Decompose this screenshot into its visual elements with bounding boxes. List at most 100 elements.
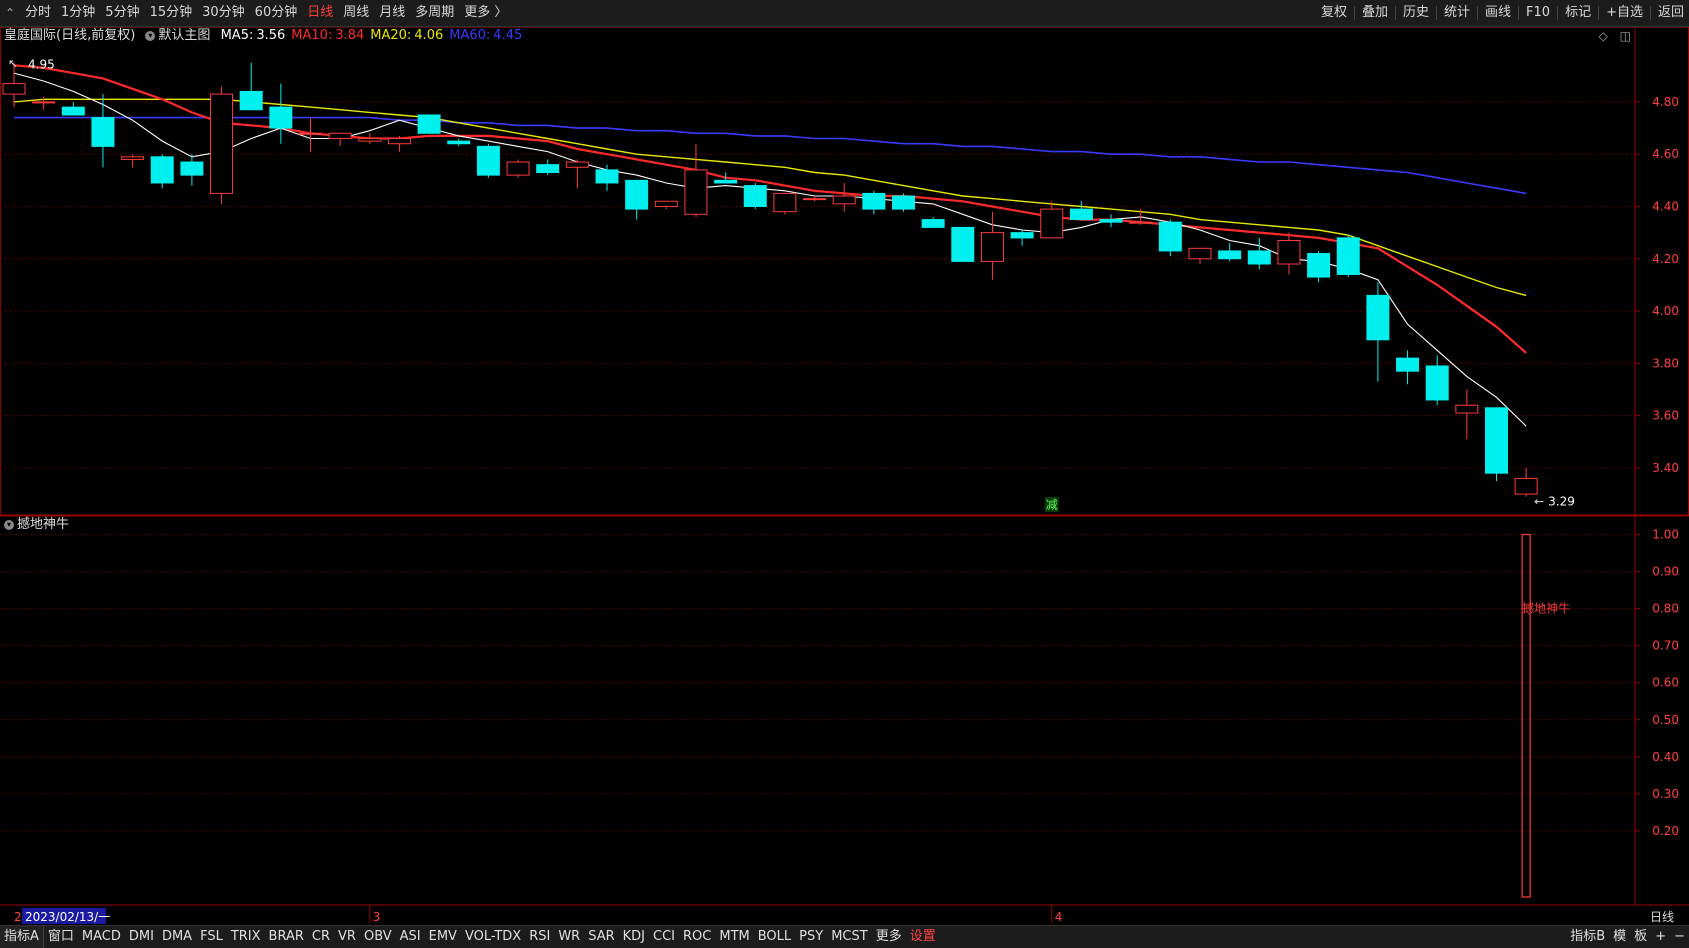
- candle-body: [2, 83, 26, 95]
- price-tick-label: 4.60: [1652, 147, 1679, 161]
- indicator-tab-0[interactable]: 窗口: [44, 926, 78, 948]
- indicator-toggle-icon[interactable]: ▾: [4, 519, 14, 530]
- chart-window-controls: ◇ ◫: [1591, 29, 1631, 43]
- indicator-tab-16[interactable]: KDJ: [619, 926, 649, 948]
- period-tab-5[interactable]: 60分钟: [250, 0, 303, 26]
- toolbar-divider: [1436, 6, 1437, 20]
- candle-body: [358, 138, 382, 142]
- candle-body: [1099, 219, 1123, 223]
- min-price-label: 3.29: [1548, 495, 1575, 509]
- toolbar-divider: [1598, 6, 1600, 20]
- tool-button-5[interactable]: F10: [1521, 0, 1555, 26]
- indicator-tab-6[interactable]: BRAR: [265, 926, 308, 948]
- tool-button-6[interactable]: 标记: [1560, 0, 1596, 26]
- candle-body: [1129, 221, 1153, 224]
- indicator-tab-9[interactable]: OBV: [360, 926, 396, 948]
- indicator-tab-24[interactable]: 设置: [906, 926, 940, 948]
- ma20-line: [13, 98, 1527, 297]
- indicator-tab-1[interactable]: MACD: [78, 926, 125, 948]
- period-tab-1[interactable]: 1分钟: [56, 0, 100, 26]
- indicator-tab-19[interactable]: MTM: [715, 926, 753, 948]
- tool-button-7[interactable]: +自选: [1601, 0, 1648, 26]
- collapse-icon[interactable]: ⌃: [0, 6, 20, 20]
- ma-legend-0: MA5: 3.56: [221, 28, 286, 43]
- candle-body: [150, 156, 174, 184]
- indicator-tab-22[interactable]: MCST: [827, 926, 872, 948]
- zoom-in-icon[interactable]: +: [1651, 926, 1670, 948]
- period-tab-7[interactable]: 周线: [338, 0, 374, 26]
- candle-body: [61, 106, 85, 116]
- indicator-tab-10[interactable]: ASI: [396, 926, 425, 948]
- template-name[interactable]: 默认主图: [158, 28, 210, 43]
- period-tab-0[interactable]: 分时: [20, 0, 56, 26]
- template-toggle-icon[interactable]: ▾: [145, 30, 156, 41]
- tool-button-1[interactable]: 叠加: [1357, 0, 1393, 26]
- indicator-tab-4[interactable]: FSL: [196, 926, 227, 948]
- indicator-b-item-2[interactable]: 板: [1630, 926, 1651, 948]
- tool-button-4[interactable]: 画线: [1480, 0, 1516, 26]
- candle-body: [921, 219, 945, 228]
- diamond-icon[interactable]: ◇: [1599, 29, 1608, 43]
- candle-body: [239, 90, 263, 111]
- toolbar-divider: [1649, 6, 1651, 20]
- candle-body: [210, 93, 234, 194]
- candle-body: [980, 232, 1004, 262]
- candle-body: [417, 114, 441, 134]
- candle-body: [180, 161, 204, 176]
- tool-button-0[interactable]: 复权: [1316, 0, 1352, 26]
- tool-button-3[interactable]: 统计: [1439, 0, 1475, 26]
- tool-button-8[interactable]: 返回: [1653, 0, 1689, 26]
- zoom-out-icon[interactable]: −: [1670, 926, 1689, 948]
- indicator-tick-label: 0.30: [1652, 787, 1679, 801]
- indicator-tab-13[interactable]: RSI: [525, 926, 554, 948]
- ma-label: MA10:: [291, 28, 333, 43]
- indicator-tab-11[interactable]: EMV: [425, 926, 461, 948]
- indicator-tick-label: 0.20: [1652, 824, 1679, 838]
- date-cursor-label: 2023/02/13/一: [25, 910, 110, 924]
- indicator-tab-15[interactable]: SAR: [584, 926, 618, 948]
- candle-body: [625, 179, 649, 210]
- indicator-tab-18[interactable]: ROC: [679, 926, 715, 948]
- tool-button-2[interactable]: 历史: [1398, 0, 1434, 26]
- period-tab-9[interactable]: 多周期: [410, 0, 459, 26]
- ma-value: 4.45: [493, 28, 523, 43]
- candle-body: [32, 101, 56, 104]
- indicator-tab-7[interactable]: CR: [308, 926, 334, 948]
- min-arrow-icon: ←: [1534, 495, 1544, 509]
- indicator-tab-2[interactable]: DMI: [125, 926, 158, 948]
- indicator-tick-label: 0.50: [1652, 713, 1679, 727]
- candle-body: [595, 169, 619, 184]
- indicator-title[interactable]: 撼地神牛: [17, 517, 69, 532]
- indicator-a-button[interactable]: 指标A: [0, 926, 44, 948]
- month-tick-label: 4: [1055, 910, 1063, 924]
- signal-marker-label: 减: [1046, 498, 1058, 512]
- indicator-b-item-0[interactable]: 指标B: [1566, 926, 1609, 948]
- window-icon[interactable]: ◫: [1620, 29, 1631, 43]
- period-tab-3[interactable]: 15分钟: [145, 0, 198, 26]
- indicator-tab-23[interactable]: 更多: [872, 926, 906, 948]
- chart-canvas[interactable]: 4.80 4.60 4.40 4.20 4.00 3.80 3.60 3.40 1.00 0.90…: [0, 27, 1689, 925]
- max-arrow-icon: ↖: [8, 57, 18, 71]
- indicator-tab-5[interactable]: TRIX: [227, 926, 265, 948]
- candle-body: [1514, 477, 1538, 495]
- indicator-b-item-1[interactable]: 模: [1609, 926, 1630, 948]
- period-tab-2[interactable]: 5分钟: [100, 0, 144, 26]
- max-price-label: 4.95: [28, 58, 55, 72]
- period-tab-8[interactable]: 月线: [374, 0, 410, 26]
- period-tab-10[interactable]: 更多 〉: [459, 0, 512, 26]
- period-tab-6[interactable]: 日线: [302, 0, 338, 26]
- indicator-tab-20[interactable]: BOLL: [754, 926, 795, 948]
- candle-body: [1366, 294, 1390, 341]
- indicator-tab-17[interactable]: CCI: [649, 926, 679, 948]
- indicator-tab-21[interactable]: PSY: [795, 926, 827, 948]
- indicator-tab-3[interactable]: DMA: [158, 926, 196, 948]
- indicator-tab-14[interactable]: WR: [554, 926, 584, 948]
- indicator-tab-8[interactable]: VR: [334, 926, 360, 948]
- candle-body: [476, 145, 500, 176]
- toolbar-divider: [1518, 6, 1520, 20]
- indicator-tick-label: 0.40: [1652, 750, 1679, 764]
- ma-value: 3.56: [256, 28, 286, 43]
- indicator-tab-12[interactable]: VOL-TDX: [461, 926, 525, 948]
- ma-label: MA5:: [220, 28, 254, 43]
- period-tab-4[interactable]: 30分钟: [197, 0, 250, 26]
